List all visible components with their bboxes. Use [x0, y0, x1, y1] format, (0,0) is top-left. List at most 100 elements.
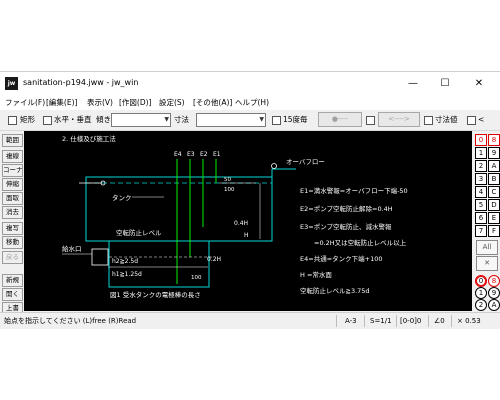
status-divider [364, 315, 365, 327]
layer-all-button[interactable]: All [476, 240, 498, 255]
tool-range-button[interactable]: 範囲 [2, 134, 23, 147]
tool-open-button[interactable]: 開く [2, 288, 23, 301]
paper-size[interactable]: A-3 [345, 316, 357, 326]
layer-7-button[interactable]: 7 [475, 225, 487, 237]
layer-b-button[interactable]: B [488, 173, 500, 185]
layer-6-button[interactable]: 6 [475, 212, 487, 224]
group-a-button[interactable]: A [488, 299, 500, 311]
status-bar: 始点を指示してください (L)free (R)Read A-3 S=1/1 [0… [0, 312, 500, 329]
dim-h1-label: h1≧1.25d [112, 271, 142, 278]
overflow-label: オーバフロー [286, 158, 325, 166]
status-divider [428, 315, 429, 327]
electrode-e1-label: E1 [213, 151, 221, 158]
tool-stretch-button[interactable]: 伸縮 [2, 178, 23, 191]
layer-9-button[interactable]: 9 [488, 147, 500, 159]
layer-panel: 0 8 1 9 2 A 3 B 4 C 5 D 6 E 7 F All ✕ 0 … [473, 131, 500, 311]
scale-value[interactable]: S=1/1 [370, 316, 392, 326]
left-tool-panel: 範囲 複線 コーナー 伸縮 面取 消去 複写 移動 戻る 新規 開く 上書 [0, 131, 23, 315]
menu-settings[interactable]: 設定(S) [159, 97, 185, 109]
chevron-down-icon: ▼ [164, 116, 169, 123]
dim-h-label: H [244, 232, 249, 239]
tool-erase-button[interactable]: 消去 [2, 206, 23, 219]
status-divider [336, 315, 337, 327]
dim-100b-label: 100 [191, 275, 202, 281]
layer-5-button[interactable]: 5 [475, 199, 487, 211]
close-button[interactable]: ✕ [466, 74, 492, 94]
layer-3-button[interactable]: 3 [475, 173, 487, 185]
tool-move-button[interactable]: 移動 [2, 236, 23, 249]
group-9-button[interactable]: 9 [488, 287, 500, 299]
note-e4: E4=共通=タンク下端+100 [300, 254, 383, 263]
group-0-button[interactable]: 0 [475, 275, 487, 287]
menu-view[interactable]: 表示(V) [87, 97, 113, 109]
tool-offset-button[interactable]: 複線 [2, 150, 23, 163]
zoom-value[interactable]: × 0.53 [457, 316, 481, 326]
layer-1-button[interactable]: 1 [475, 147, 487, 159]
menu-help[interactable]: ヘルプ(H) [235, 97, 269, 109]
chevron-down-icon: ▼ [259, 116, 264, 123]
menu-file[interactable]: ファイル(F) [5, 97, 45, 109]
note-e3-cont: =0.2H又は空転防止レベル以上 [314, 238, 407, 247]
tool-chamfer-button[interactable]: 面取 [2, 192, 23, 205]
tool-corner-button[interactable]: コーナー [2, 164, 23, 177]
layer-close-button[interactable]: ✕ [476, 256, 498, 271]
layer-2-button[interactable]: 2 [475, 160, 487, 172]
dim-combo[interactable]: ▼ [196, 113, 266, 127]
dot-line-button[interactable]: ●---- [318, 112, 362, 127]
dim-04h-label: 0.4H [234, 220, 248, 227]
menu-other[interactable]: [その他(A)] [193, 97, 232, 109]
current-layer[interactable]: [0-0]0 [400, 316, 421, 326]
layer-4-button[interactable]: 4 [475, 186, 487, 198]
note-e2: E2=ポンプ空転防止解除=0.4H [300, 204, 393, 213]
maximize-button[interactable]: ☐ [432, 74, 458, 94]
group-1-button[interactable]: 1 [475, 287, 487, 299]
layer-a-button[interactable]: A [488, 160, 500, 172]
rect-checkbox[interactable] [8, 116, 17, 125]
arrow-both-button[interactable]: <----> [378, 112, 420, 127]
inlet-label: 給水口 [62, 244, 82, 253]
tool-new-button[interactable]: 新規 [2, 274, 23, 287]
menu-draw[interactable]: [作図(D)] [119, 97, 151, 109]
note-e1: E1=満水警報=オーバフロー下端-50 [300, 186, 408, 195]
tilt-combo[interactable]: ▼ [111, 113, 171, 127]
menu-edit[interactable]: [編集(E)] [46, 97, 77, 109]
angle-value[interactable]: ∠0 [434, 316, 445, 326]
electrode-e4-label: E4 [174, 151, 182, 158]
group-8-button[interactable]: 8 [488, 275, 500, 287]
dim-label: 寸法 [174, 115, 189, 124]
tool-options-bar: 矩形 水平・垂直 傾き ▼ 寸法 ▼ 15度毎 ●---- <----> 寸法値… [0, 110, 500, 131]
status-message: 始点を指示してください (L)free (R)Read [4, 317, 137, 325]
layer-0-button[interactable]: 0 [475, 134, 487, 146]
hv-label: 水平・垂直 [54, 115, 92, 124]
dimval-label: 寸法値 [435, 115, 458, 124]
layer-c-button[interactable]: C [488, 186, 500, 198]
tool-undo-button[interactable]: 戻る [2, 251, 23, 264]
dim-50-label: 50 [224, 177, 231, 183]
dim-h2-label: h2≧2.5d [112, 258, 138, 265]
menu-bar: ファイル(F) [編集(E)] 表示(V) [作図(D)] 設定(S) [その他… [0, 96, 500, 110]
tool-copy-button[interactable]: 複写 [2, 222, 23, 235]
overflow-marker [271, 163, 277, 169]
layer-8-button[interactable]: 8 [488, 134, 500, 146]
tank-label: タンク [112, 193, 132, 202]
lt-checkbox[interactable] [467, 116, 476, 125]
rect-label: 矩形 [20, 115, 35, 124]
drawing-canvas[interactable]: 2. 仕様及び施工法 オーバフロー E4 E3 E2 E1 タンク 50 100… [24, 131, 472, 311]
deg15-label: 15度毎 [283, 115, 308, 124]
minimize-button[interactable]: — [400, 74, 426, 94]
tilt-label: 傾き [96, 115, 111, 124]
layer-d-button[interactable]: D [488, 199, 500, 211]
idle-level-label: 空転防止レベル [116, 228, 162, 237]
hv-checkbox[interactable] [43, 116, 52, 125]
status-divider [451, 315, 452, 327]
note-e3: E3=ポンプ空転防止、減水警報 [300, 222, 392, 231]
arrow-checkbox[interactable] [366, 116, 375, 125]
group-2-button[interactable]: 2 [475, 299, 487, 311]
layer-f-button[interactable]: F [488, 225, 500, 237]
note-h: H =常水面 [300, 270, 332, 279]
figure-caption: 図1 受水タンクの電極棒の長さ [110, 290, 201, 299]
layer-e-button[interactable]: E [488, 212, 500, 224]
dimval-checkbox[interactable] [424, 116, 433, 125]
deg15-checkbox[interactable] [272, 116, 281, 125]
title-bar: jw sanitation-p194.jww - jw_win — ☐ ✕ [0, 72, 500, 96]
